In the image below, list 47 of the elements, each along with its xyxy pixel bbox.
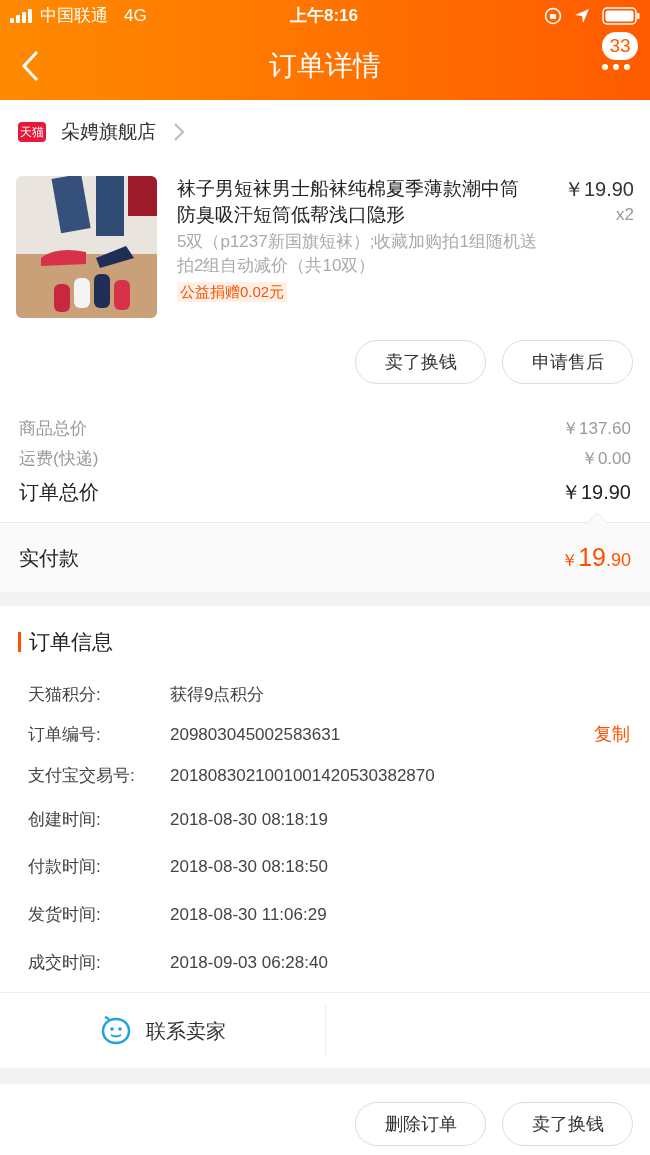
- action-button[interactable]: 卖了换钱: [502, 1102, 633, 1147]
- info-label: 成交时间:: [28, 951, 102, 974]
- clock-time: 上午8:16: [290, 5, 359, 28]
- info-value: 2018083021001001420530382870: [170, 764, 435, 787]
- summary-label: 商品总价: [19, 418, 87, 441]
- carrier-name: 中国联通: [40, 5, 108, 28]
- section-title: 订单信息: [29, 629, 113, 656]
- summary-label: 运费(快递): [19, 448, 99, 471]
- action-button[interactable]: 申请售后: [502, 340, 633, 384]
- info-label: 天猫积分:: [28, 683, 102, 706]
- info-label: 创建时间:: [28, 808, 102, 831]
- info-label: 订单编号:: [28, 724, 102, 746]
- info-label: 支付宝交易号:: [28, 764, 136, 787]
- product-spec: 5双（p1237新国旗短袜）;收藏加购拍1组随机送拍2组自动减价（共10双）: [177, 231, 538, 277]
- info-value: 2018-08-30 11:06:29: [170, 903, 327, 926]
- info-value: 获得9点积分: [170, 683, 265, 706]
- info-label: 付款时间:: [28, 856, 102, 879]
- info-label: 发货时间:: [28, 903, 102, 926]
- chat-face-icon: [99, 1015, 132, 1046]
- store-link[interactable]: 天猫 朵娉旗舰店: [0, 100, 650, 164]
- info-value: 2018-08-30 08:18:50: [170, 856, 328, 879]
- paid-label: 实付款: [19, 545, 79, 571]
- action-button[interactable]: 删除订单: [355, 1102, 486, 1147]
- summary-value: ￥0.00: [580, 448, 631, 471]
- rotation-lock-icon: [544, 7, 562, 25]
- store-badge: 天猫: [18, 122, 46, 142]
- contact-seller-button[interactable]: 联系卖家: [0, 1005, 326, 1057]
- donation-tag: 公益捐赠0.02元: [177, 282, 288, 302]
- summary-value: ￥137.60: [562, 418, 631, 441]
- message-count-badge: 33: [602, 32, 638, 60]
- info-value: 2018-08-30 08:18:19: [170, 808, 328, 831]
- paid-amount: ￥19.90: [561, 541, 631, 573]
- summary-label: 订单总价: [19, 480, 99, 505]
- info-value: 2018-09-03 06:28:40: [170, 951, 328, 974]
- product-price: ￥19.90: [563, 177, 634, 202]
- info-value: 209803045002583631: [170, 724, 341, 746]
- chevron-right-icon: [174, 123, 184, 141]
- network-type: 4G: [124, 5, 147, 28]
- quantity-label: x2: [616, 204, 634, 226]
- more-icon[interactable]: [602, 64, 630, 70]
- product-title[interactable]: 袜子男短袜男士船袜纯棉夏季薄款潮中筒防臭吸汗短筒低帮浅口隐形: [177, 176, 534, 228]
- page-title: 订单详情: [269, 49, 381, 83]
- store-name: 朵娉旗舰店: [61, 119, 156, 144]
- summary-value: ￥19.90: [560, 480, 631, 505]
- action-button[interactable]: 卖了换钱: [355, 340, 486, 384]
- battery-icon: [602, 7, 640, 25]
- location-arrow-icon: [574, 8, 590, 24]
